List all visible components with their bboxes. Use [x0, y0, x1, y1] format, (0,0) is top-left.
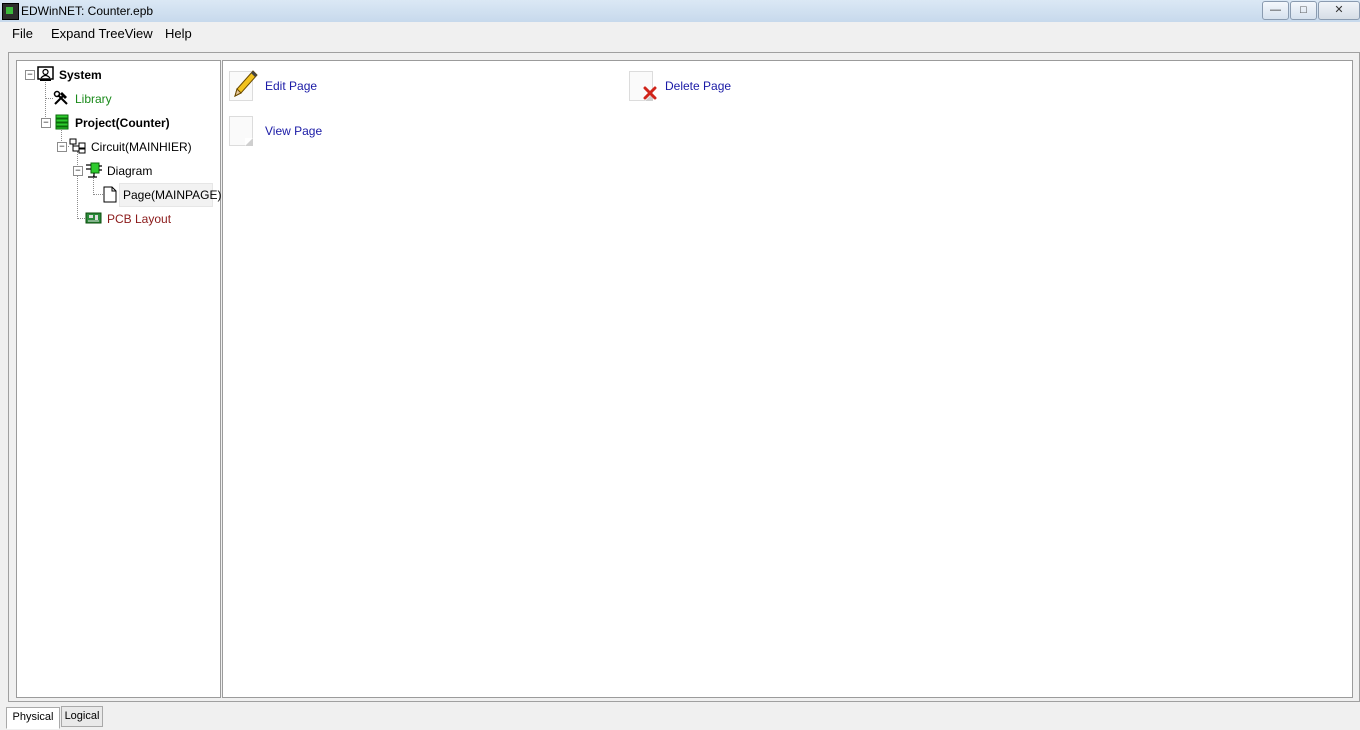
system-icon [37, 66, 54, 81]
delete-page-label[interactable]: Delete Page [665, 79, 731, 93]
menu-file[interactable]: File [12, 26, 33, 41]
page-icon [103, 186, 117, 203]
tree-node-system[interactable]: − System [25, 66, 215, 84]
maximize-button[interactable]: □ [1290, 1, 1317, 20]
tree-view[interactable]: − System Library − Project(Counter) − Ci… [16, 60, 221, 698]
app-icon [2, 3, 19, 20]
delete-icon [643, 86, 657, 100]
tab-physical[interactable]: Physical [6, 707, 60, 729]
tree-node-page[interactable]: Page(MAINPAGE) [103, 186, 221, 204]
tab-logical[interactable]: Logical [61, 706, 103, 727]
edit-page-action[interactable]: Edit Page [229, 69, 329, 101]
pencil-icon [234, 70, 258, 97]
menu-help[interactable]: Help [165, 26, 192, 41]
tree-node-circuit[interactable]: − Circuit(MAINHIER) [57, 138, 217, 156]
collapse-toggle[interactable]: − [73, 166, 83, 176]
tree-label-diagram: Diagram [107, 164, 153, 178]
pcb-icon [85, 212, 102, 224]
title-bar: EDWinNET: Counter.epb — □ ✕ [0, 0, 1360, 23]
tools-icon [53, 90, 68, 105]
view-page-action[interactable]: View Page [229, 114, 329, 146]
project-icon [55, 114, 69, 130]
tree-node-pcb-layout[interactable]: PCB Layout [85, 210, 215, 228]
menu-expand-treeview[interactable]: Expand TreeView [51, 26, 153, 41]
minimize-button[interactable]: — [1262, 1, 1289, 20]
tree-label-system: System [59, 68, 102, 82]
edit-page-label[interactable]: Edit Page [265, 79, 317, 93]
close-button[interactable]: ✕ [1318, 1, 1360, 20]
collapse-toggle[interactable]: − [57, 142, 67, 152]
delete-page-action[interactable]: Delete Page [629, 69, 739, 101]
tree-label-circuit: Circuit(MAINHIER) [91, 140, 192, 154]
tree-node-library[interactable]: Library [53, 90, 213, 108]
tree-node-diagram[interactable]: − Diagram [73, 162, 213, 180]
window-title: EDWinNET: Counter.epb [21, 4, 154, 18]
tree-label-page: Page(MAINPAGE) [123, 188, 222, 202]
diagram-icon [86, 162, 102, 178]
tree-node-project[interactable]: − Project(Counter) [41, 114, 216, 132]
collapse-toggle[interactable]: − [41, 118, 51, 128]
page-icon [229, 116, 253, 146]
content-panel: Edit Page Delete Page View Page [222, 60, 1353, 698]
tree-label-pcb-layout: PCB Layout [107, 212, 172, 226]
tree-label-library: Library [75, 92, 112, 106]
collapse-toggle[interactable]: − [25, 70, 35, 80]
hierarchy-icon [69, 138, 86, 154]
tree-label-project: Project(Counter) [75, 116, 170, 130]
menu-bar: File Expand TreeView Help [0, 22, 1360, 44]
view-page-label[interactable]: View Page [265, 124, 322, 138]
